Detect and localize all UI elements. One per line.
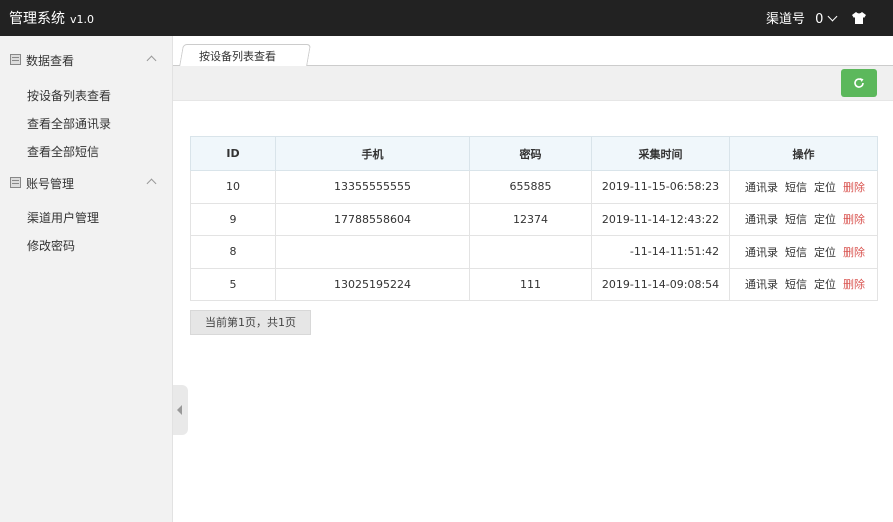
toolbar — [173, 66, 893, 101]
cell-password: 655885 — [469, 170, 592, 204]
cell-password: 12374 — [469, 202, 592, 236]
cell-phone — [275, 235, 470, 269]
list-icon — [10, 54, 21, 65]
chevron-down-icon — [827, 11, 838, 22]
sidebar: 数据查看 按设备列表查看 查看全部通讯录 查看全部短信 账号管理 渠道用户管理 … — [0, 36, 173, 522]
contacts-link[interactable]: 通讯录 — [745, 181, 778, 194]
column-header-actions: 操作 — [729, 136, 878, 171]
app-version: v1.0 — [70, 13, 95, 26]
delete-link[interactable]: 删除 — [843, 181, 865, 194]
location-link[interactable]: 定位 — [814, 278, 836, 291]
nav-item-all-sms[interactable]: 查看全部短信 — [27, 143, 99, 160]
cell-time: 2019-11-14-12:43:22 — [591, 202, 730, 236]
sms-link[interactable]: 短信 — [785, 246, 807, 259]
column-header-phone: 手机 — [275, 136, 470, 171]
sms-link[interactable]: 短信 — [785, 213, 807, 226]
shirt-icon[interactable] — [851, 10, 867, 26]
refresh-icon — [854, 78, 864, 88]
table-row: 5 13025195224 111 2019-11-14-09:08:54 通讯… — [190, 267, 878, 301]
column-header-id: ID — [190, 136, 276, 171]
cell-id: 8 — [190, 235, 276, 269]
pagination-info: 当前第1页，共1页 — [190, 310, 311, 335]
nav-group-label: 账号管理 — [26, 177, 75, 191]
chevron-up-icon — [146, 178, 157, 189]
contacts-link[interactable]: 通讯录 — [745, 278, 778, 291]
table-row: 9 17788558604 12374 2019-11-14-12:43:22 … — [190, 202, 878, 236]
channel-value: 0 — [815, 12, 824, 27]
cell-time: 2019-11-14-09:08:54 — [591, 267, 730, 301]
cell-password — [469, 235, 592, 269]
app-brand: 管理系统 v1.0 — [9, 8, 94, 28]
cell-phone: 17788558604 — [275, 202, 470, 236]
nav-item-change-password[interactable]: 修改密码 — [27, 237, 75, 254]
nav-group-data-view[interactable]: 数据查看 — [0, 48, 173, 72]
cell-actions: 通讯录 短信 定位 删除 — [729, 267, 878, 301]
location-link[interactable]: 定位 — [814, 213, 836, 226]
delete-link[interactable]: 删除 — [843, 213, 865, 226]
nav-item-device-list[interactable]: 按设备列表查看 — [27, 87, 111, 104]
nav-group-account[interactable]: 账号管理 — [0, 171, 173, 195]
location-link[interactable]: 定位 — [814, 246, 836, 259]
table-header-row: ID 手机 密码 采集时间 操作 — [190, 136, 878, 171]
nav-group-label: 数据查看 — [26, 54, 75, 68]
channel-label: 渠道号 — [766, 12, 806, 27]
cell-actions: 通讯录 短信 定位 删除 — [729, 202, 878, 236]
channel-dropdown[interactable]: 渠道号 0 — [766, 8, 838, 27]
tab-device-list[interactable]: 按设备列表查看 — [199, 48, 276, 64]
cell-actions: 通讯录 短信 定位 删除 — [729, 235, 878, 269]
location-link[interactable]: 定位 — [814, 181, 836, 194]
chevron-up-icon — [146, 55, 157, 66]
cell-phone: 13355555555 — [275, 170, 470, 204]
contacts-link[interactable]: 通讯录 — [745, 246, 778, 259]
cell-phone: 13025195224 — [275, 267, 470, 301]
sms-link[interactable]: 短信 — [785, 181, 807, 194]
device-table: ID 手机 密码 采集时间 操作 10 13355555555 655885 2… — [190, 136, 878, 301]
delete-link[interactable]: 删除 — [843, 278, 865, 291]
table-row: 8 -11-14-11:51:42 通讯录 短信 定位 删除 — [190, 235, 878, 269]
app-title: 管理系统 — [9, 11, 65, 27]
contacts-link[interactable]: 通讯录 — [745, 213, 778, 226]
cell-id: 10 — [190, 170, 276, 204]
column-header-password: 密码 — [469, 136, 592, 171]
nav-item-all-contacts[interactable]: 查看全部通讯录 — [27, 115, 111, 132]
column-header-time: 采集时间 — [591, 136, 730, 171]
sidebar-collapse-handle[interactable] — [173, 385, 188, 435]
cell-time: -11-14-11:51:42 — [591, 235, 730, 269]
cell-id: 9 — [190, 202, 276, 236]
refresh-button[interactable] — [841, 69, 877, 97]
sms-link[interactable]: 短信 — [785, 278, 807, 291]
top-bar: 管理系统 v1.0 渠道号 0 — [0, 0, 893, 36]
cell-time: 2019-11-15-06:58:23 — [591, 170, 730, 204]
table-row: 10 13355555555 655885 2019-11-15-06:58:2… — [190, 170, 878, 204]
cell-actions: 通讯录 短信 定位 删除 — [729, 170, 878, 204]
cell-id: 5 — [190, 267, 276, 301]
nav-item-channel-users[interactable]: 渠道用户管理 — [27, 209, 99, 226]
delete-link[interactable]: 删除 — [843, 246, 865, 259]
list-icon — [10, 177, 21, 188]
cell-password: 111 — [469, 267, 592, 301]
tab-bar: 按设备列表查看 — [173, 36, 893, 67]
